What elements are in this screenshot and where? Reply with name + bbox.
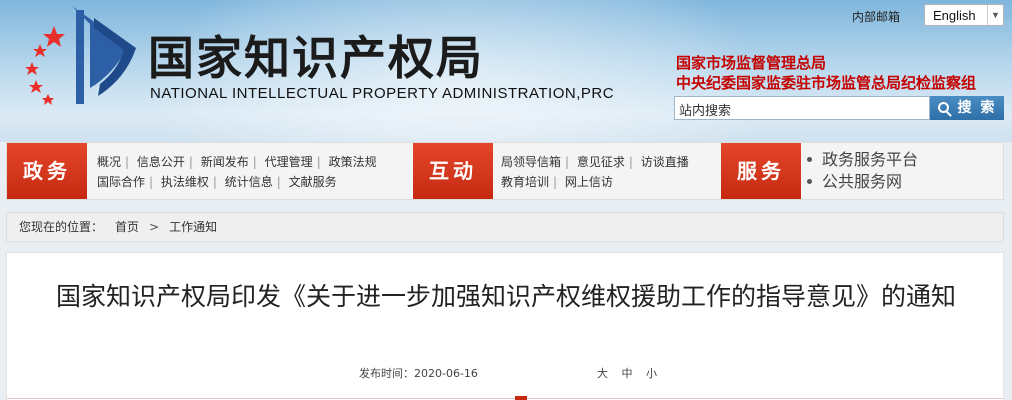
- nav-link-online-petition[interactable]: 网上信访: [565, 175, 613, 189]
- publish-date-label: 发布时间：: [359, 367, 414, 380]
- font-size-medium[interactable]: 中: [622, 367, 633, 380]
- nav-link-enforcement[interactable]: 执法维权: [161, 175, 209, 189]
- search-button-label: 搜 索: [957, 100, 997, 116]
- agency-link-samr[interactable]: 国家市场监督管理总局: [676, 52, 826, 73]
- font-size-large[interactable]: 大: [597, 367, 608, 380]
- bullet-icon: [807, 157, 812, 162]
- breadcrumb-prefix: 您现在的位置：: [19, 220, 104, 234]
- nav-link-live-interview[interactable]: 访谈直播: [641, 155, 689, 169]
- nav-government-links: 概况 | 信息公开 | 新闻发布 | 代理管理 | 政策法规 国际合作 | 执法维权 | 统…: [97, 155, 377, 189]
- main-navigation: 政务 概况 | 信息公开 | 新闻发布 | 代理管理 | 政策法规 国际合作 | 执法维权…: [6, 142, 1004, 200]
- breadcrumb: 您现在的位置： 首页 > 工作通知: [6, 212, 1004, 242]
- language-select[interactable]: English ▼: [924, 4, 1004, 26]
- nav-section-interaction[interactable]: 互动: [413, 143, 493, 199]
- site-title[interactable]: 国家知识产权局: [148, 34, 484, 82]
- nav-interaction-links: 局领导信箱 | 意见征求 | 访谈直播 教育培训 | 网上信访: [501, 155, 689, 189]
- chevron-down-icon: ▼: [987, 5, 1003, 25]
- font-size-small[interactable]: 小: [646, 367, 657, 380]
- publish-date: 发布时间：2020-06-16: [359, 365, 478, 381]
- nav-link-agency-management[interactable]: 代理管理: [265, 155, 313, 169]
- breadcrumb-home[interactable]: 首页: [115, 220, 139, 234]
- language-select-value: English: [933, 8, 976, 23]
- nav-link-literature[interactable]: 文献服务: [289, 175, 337, 189]
- breadcrumb-current[interactable]: 工作通知: [169, 220, 217, 234]
- article-title: 国家知识产权局印发《关于进一步加强知识产权维权援助工作的指导意见》的通知: [55, 282, 956, 311]
- nav-link-statistics[interactable]: 统计信息: [225, 175, 273, 189]
- divider-accent: [515, 396, 527, 400]
- nav-link-news[interactable]: 新闻发布: [201, 155, 249, 169]
- nav-services-list: 政务服务平台 公共服务网: [807, 149, 918, 193]
- nav-link-consultation[interactable]: 意见征求: [577, 155, 625, 169]
- national-emblem-logo-icon[interactable]: [10, 4, 140, 108]
- nav-section-government[interactable]: 政务: [7, 143, 87, 199]
- chevron-right-icon: >: [149, 220, 160, 234]
- site-subtitle-english: NATIONAL INTELLECTUAL PROPERTY ADMINISTR…: [150, 85, 615, 102]
- agency-link-inspection[interactable]: 中央纪委国家监委驻市场监管总局纪检监察组: [676, 72, 976, 93]
- nav-link-leader-mailbox[interactable]: 局领导信箱: [501, 155, 561, 169]
- nav-service-item[interactable]: 政务服务平台: [807, 149, 918, 171]
- search-input[interactable]: [674, 96, 930, 120]
- internal-mailbox-link[interactable]: 内部邮箱: [852, 8, 900, 25]
- nav-service-item[interactable]: 公共服务网: [807, 171, 918, 193]
- search-icon: [937, 102, 949, 113]
- nav-link-training[interactable]: 教育培训: [501, 175, 549, 189]
- nav-link-info-disclosure[interactable]: 信息公开: [137, 155, 185, 169]
- publish-date-value: 2020-06-16: [414, 367, 478, 380]
- bullet-icon: [807, 179, 812, 184]
- nav-section-services[interactable]: 服务: [721, 143, 801, 199]
- nav-service-label: 政务服务平台: [822, 150, 919, 169]
- site-header: 国家知识产权局 NATIONAL INTELLECTUAL PROPERTY A…: [0, 0, 1012, 142]
- nav-link-overview[interactable]: 概况: [97, 155, 121, 169]
- nav-link-policies[interactable]: 政策法规: [329, 155, 377, 169]
- font-size-switcher: 大 中 小: [597, 365, 667, 381]
- nav-link-international[interactable]: 国际合作: [97, 175, 145, 189]
- nav-service-label: 公共服务网: [822, 172, 903, 191]
- title-divider: [7, 398, 1003, 399]
- article-panel: 国家知识产权局印发《关于进一步加强知识产权维权援助工作的指导意见》的通知 发布时…: [6, 252, 1004, 400]
- search-button[interactable]: 搜 索: [930, 96, 1004, 120]
